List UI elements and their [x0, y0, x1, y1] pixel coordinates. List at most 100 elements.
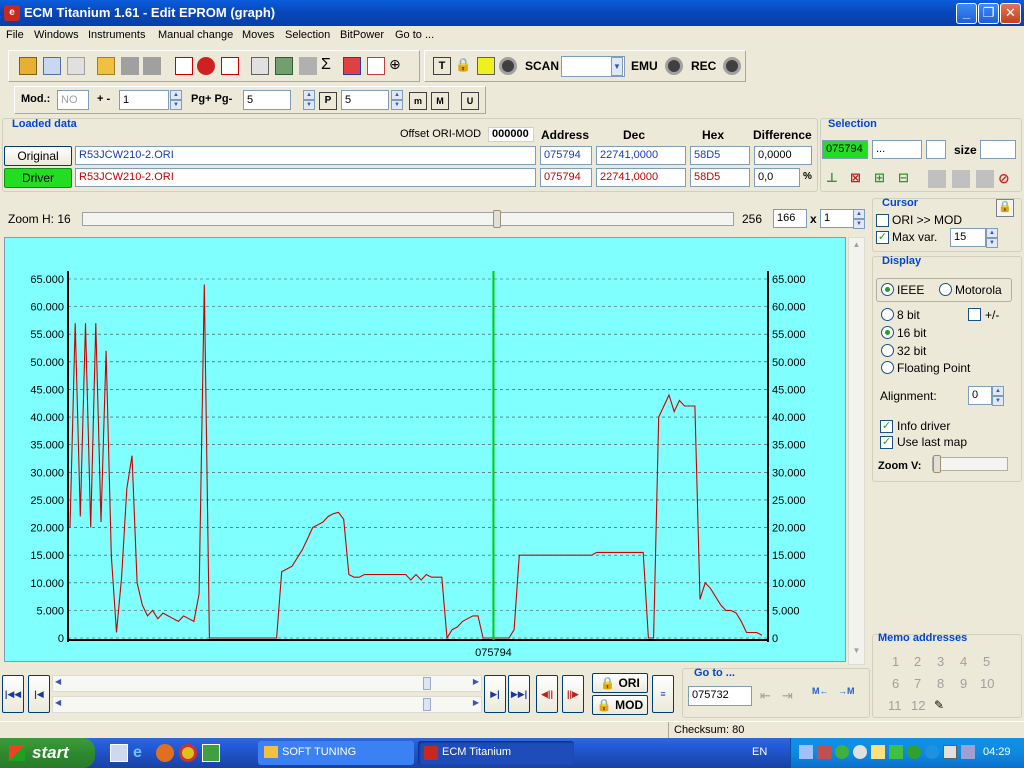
- prev-step-icon[interactable]: |◀: [28, 675, 50, 713]
- original-button[interactable]: Original: [4, 146, 72, 166]
- use-last-map-checkbox[interactable]: ✓: [880, 436, 893, 449]
- sync-tray-icon[interactable]: [853, 745, 867, 759]
- stop-icon[interactable]: [197, 57, 215, 75]
- save-as-icon[interactable]: [143, 57, 161, 75]
- volume-icon[interactable]: [871, 745, 885, 759]
- security-icon[interactable]: [817, 745, 831, 759]
- memo-edit-icon[interactable]: ✎: [934, 698, 952, 716]
- ori-mod-checkbox[interactable]: [876, 214, 889, 227]
- chevron-down-icon[interactable]: ▼: [992, 396, 1004, 406]
- windows-icon[interactable]: [43, 57, 61, 75]
- speaker-icon[interactable]: [961, 745, 975, 759]
- chrome-icon[interactable]: [179, 744, 197, 762]
- menu-bitpower[interactable]: BitPower: [340, 29, 384, 41]
- network-icon[interactable]: [799, 745, 813, 759]
- edit-selection-icon[interactable]: [976, 170, 994, 188]
- memo-slot-8[interactable]: 8: [937, 676, 944, 691]
- memo-slot-7[interactable]: 7: [914, 676, 921, 691]
- chevron-down-icon[interactable]: ▼: [611, 57, 623, 76]
- counter-icon[interactable]: [221, 57, 239, 75]
- next-step-icon[interactable]: ▶|: [484, 675, 506, 713]
- ori-button[interactable]: 🔒 ORI: [592, 673, 648, 693]
- language-indicator[interactable]: EN: [752, 746, 767, 758]
- scroll-left-icon[interactable]: ◀: [55, 677, 61, 686]
- page-icon[interactable]: [67, 57, 85, 75]
- alignment-input[interactable]: 0: [968, 386, 992, 405]
- utorrent-icon[interactable]: [907, 745, 921, 759]
- zoom-value[interactable]: 166: [773, 209, 807, 228]
- scroll-down-icon[interactable]: ▼: [850, 646, 863, 661]
- copy-selection-icon[interactable]: [928, 170, 946, 188]
- menu-manual-change[interactable]: Manual change: [158, 29, 233, 41]
- memo-slot-9[interactable]: 9: [960, 676, 967, 691]
- menu-windows[interactable]: Windows: [34, 29, 79, 41]
- desktop-icon[interactable]: [110, 744, 128, 762]
- task-ecm-titanium[interactable]: ECM Titanium: [418, 741, 574, 765]
- mod-button[interactable]: 🔒 MOD: [592, 695, 648, 715]
- zoom-h-thumb[interactable]: [493, 210, 501, 228]
- memo-right-icon[interactable]: →M: [838, 686, 856, 704]
- mod-input[interactable]: NO: [57, 90, 89, 110]
- emu-icon[interactable]: [665, 57, 683, 75]
- menu-moves[interactable]: Moves: [242, 29, 274, 41]
- size-input[interactable]: [980, 140, 1016, 159]
- open-folder-icon[interactable]: [97, 57, 115, 75]
- binoculars-icon[interactable]: ⊕: [389, 56, 407, 74]
- paste-selection-icon[interactable]: [952, 170, 970, 188]
- calculator-icon[interactable]: [275, 57, 293, 75]
- chevron-up-icon[interactable]: ▲: [391, 90, 403, 100]
- zoom-mult[interactable]: 1: [820, 209, 854, 228]
- mod-scroll-thumb[interactable]: [423, 698, 431, 711]
- memo-slot-6[interactable]: 6: [892, 676, 899, 691]
- p-icon[interactable]: P: [319, 92, 337, 110]
- memo-slot-11[interactable]: 11: [888, 698, 902, 713]
- scroll-left-icon[interactable]: ◀: [55, 698, 61, 707]
- memo-left-icon[interactable]: M←: [812, 686, 830, 704]
- task-soft-tuning[interactable]: SOFT TUNING: [258, 741, 414, 765]
- chevron-down-icon[interactable]: ▼: [853, 219, 865, 229]
- goto-outdent-icon[interactable]: ⇥: [782, 688, 800, 706]
- maxvar-input[interactable]: 15: [950, 228, 986, 247]
- select-end-icon[interactable]: ⊟: [898, 170, 916, 188]
- ieee-radio[interactable]: [881, 283, 894, 296]
- eprom-graph[interactable]: 0 0 5.000 5.000 10.000 10.000 15.000 15.000 20.0…: [4, 237, 846, 662]
- chevron-down-icon[interactable]: ▼: [303, 100, 315, 110]
- chevron-up-icon[interactable]: ▲: [170, 90, 182, 100]
- m-large-icon[interactable]: M: [431, 92, 449, 110]
- float-radio[interactable]: [881, 361, 894, 374]
- checklist-icon[interactable]: [175, 57, 193, 75]
- scroll-right-icon[interactable]: ▶: [473, 698, 479, 707]
- first-page-icon[interactable]: |◀◀: [2, 675, 24, 713]
- graph-icon[interactable]: [367, 57, 385, 75]
- lock-icon[interactable]: 🔒: [455, 57, 473, 75]
- 16bit-radio[interactable]: [881, 326, 894, 339]
- memo-slot-5[interactable]: 5: [983, 654, 990, 669]
- runner-icon[interactable]: [477, 57, 495, 75]
- motorola-radio[interactable]: [939, 283, 952, 296]
- app-quick-icon[interactable]: [202, 744, 220, 762]
- minimize-button[interactable]: _: [956, 3, 977, 24]
- select-start-icon[interactable]: ⊥: [826, 170, 844, 188]
- antivirus-icon[interactable]: [889, 745, 903, 759]
- home-icon[interactable]: [19, 57, 37, 75]
- memo-slot-2[interactable]: 2: [914, 654, 921, 669]
- menu-instruments[interactable]: Instruments: [88, 29, 145, 41]
- reset-icon[interactable]: ⊘: [998, 170, 1016, 188]
- copy-icon[interactable]: [251, 57, 269, 75]
- ori-horizontal-scrollbar[interactable]: ◀ ▶: [52, 675, 482, 692]
- menu-selection[interactable]: Selection: [285, 29, 330, 41]
- selection-end[interactable]: ...: [872, 140, 922, 159]
- select-mid-icon[interactable]: ⊞: [874, 170, 892, 188]
- memo-slot-4[interactable]: 4: [960, 654, 967, 669]
- sync-icon[interactable]: ≡: [652, 675, 674, 713]
- selection-extra[interactable]: [926, 140, 946, 159]
- update-icon[interactable]: [835, 745, 849, 759]
- memo-slot-10[interactable]: 10: [980, 676, 994, 691]
- next-diff-icon[interactable]: ||▶: [562, 675, 584, 713]
- ori-scroll-thumb[interactable]: [423, 677, 431, 690]
- ie-icon[interactable]: e: [133, 744, 151, 762]
- rec-icon[interactable]: [723, 57, 741, 75]
- close-button[interactable]: ✕: [1000, 3, 1021, 24]
- goto-indent-icon[interactable]: ⇤: [760, 688, 778, 706]
- restore-button[interactable]: ❐: [978, 3, 999, 24]
